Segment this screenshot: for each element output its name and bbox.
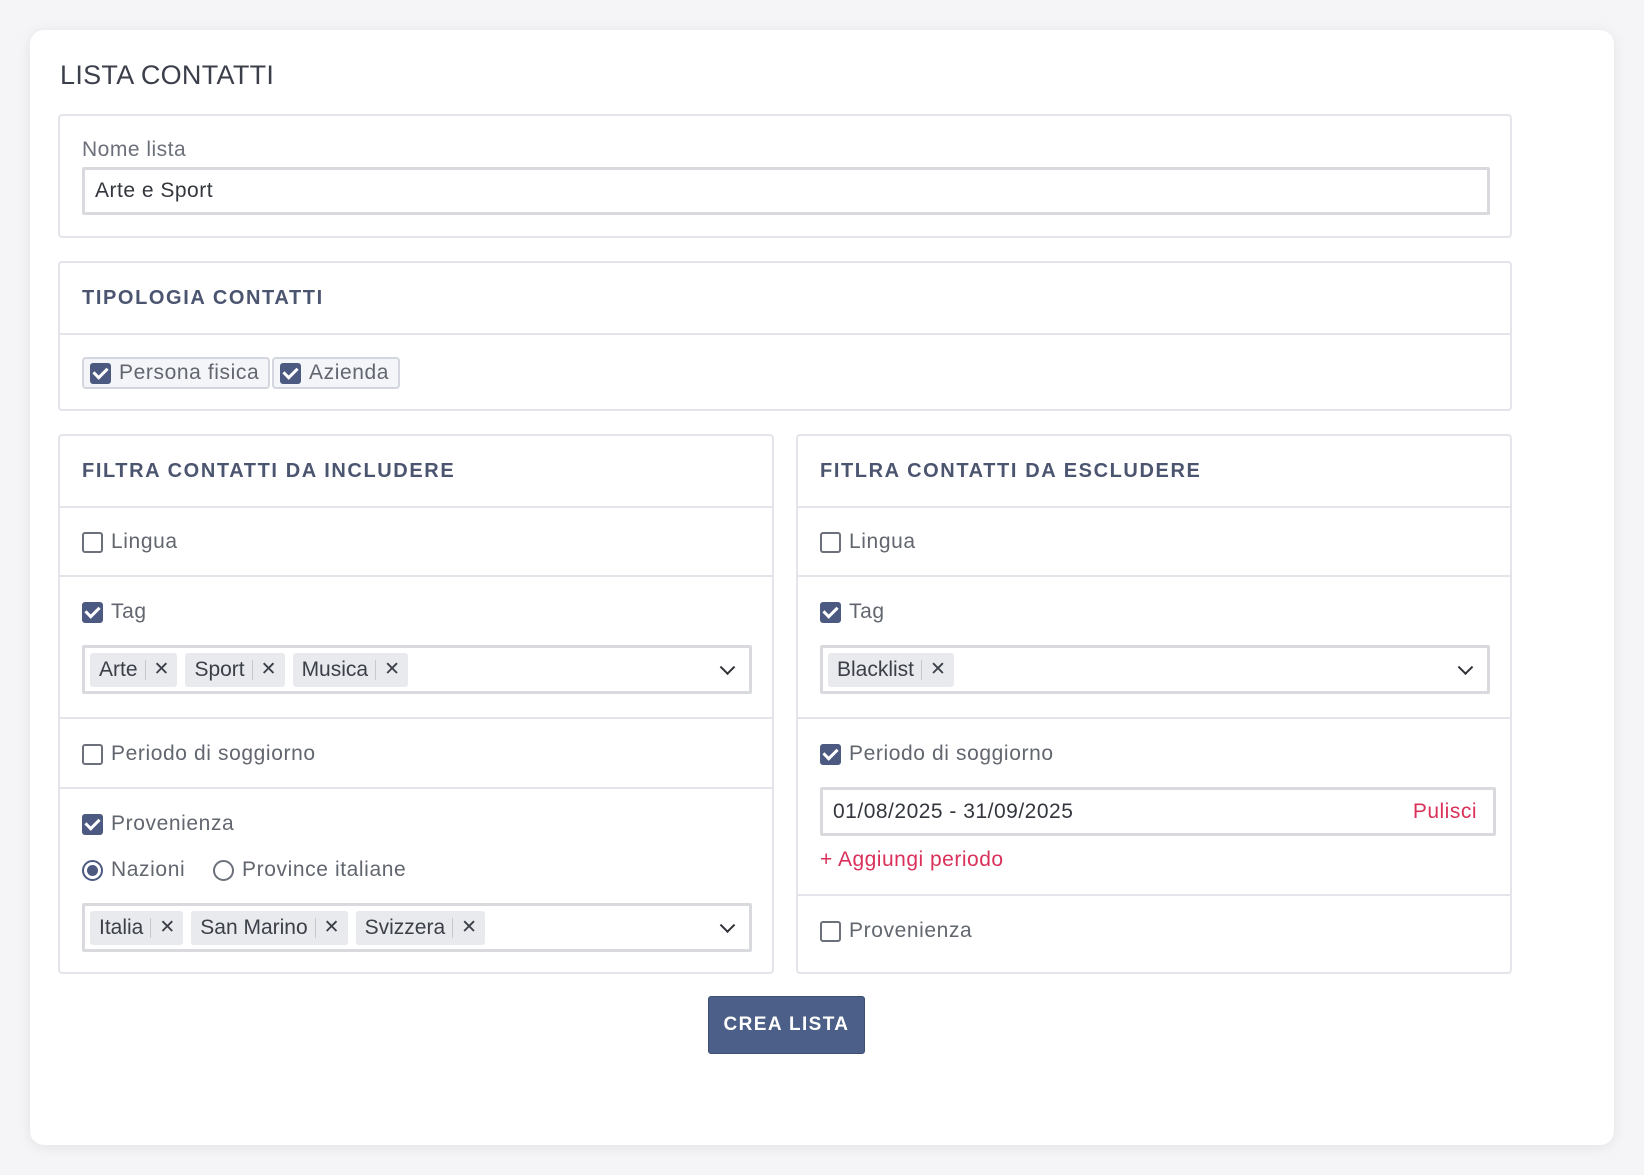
include-filters-panel: FILTRA CONTATTI DA INCLUDERE Lingua Tag … — [58, 434, 774, 974]
contact-type-heading: TIPOLOGIA CONTATTI — [60, 263, 1510, 335]
persona-fisica-checkbox[interactable] — [90, 362, 111, 384]
contact-list-card: LISTA CONTATTI Nome lista Arte e Sport T… — [30, 30, 1614, 1145]
tag-chip-blacklist: Blacklist ✕ — [828, 652, 954, 687]
exclude-lingua-checkbox[interactable] — [820, 531, 841, 553]
exclude-tag-checkbox[interactable] — [820, 601, 841, 623]
chevron-down-icon[interactable] — [719, 916, 736, 933]
include-periodo-label: Periodo di soggiorno — [111, 742, 316, 765]
exclude-provenienza-label: Provenienza — [849, 919, 973, 942]
divider — [798, 894, 1510, 896]
exclude-periodo-label: Periodo di soggiorno — [849, 742, 1054, 765]
radio-nazioni-label: Nazioni — [111, 858, 186, 881]
include-provenienza-label: Provenienza — [111, 812, 235, 835]
exclude-tag-row[interactable]: Tag — [820, 600, 885, 624]
tag-chip-san-marino: San Marino ✕ — [191, 910, 348, 945]
tag-chip-label: San Marino — [200, 915, 308, 939]
persona-fisica-option[interactable]: Persona fisica — [82, 357, 271, 389]
tag-chip-label: Arte — [99, 657, 138, 681]
tag-chip-label: Svizzera — [364, 915, 446, 939]
date-range-input[interactable]: 01/08/2025 - 31/09/2025 Pulisci — [820, 787, 1496, 836]
include-lingua-row[interactable]: Lingua — [82, 530, 178, 554]
divider — [60, 717, 772, 719]
exclude-lingua-row[interactable]: Lingua — [820, 530, 916, 554]
close-icon[interactable]: ✕ — [930, 658, 954, 681]
radio-province[interactable]: Province italiane — [213, 858, 406, 882]
tag-chip-svizzera: Svizzera ✕ — [355, 910, 486, 945]
exclude-filters-panel: FITLRA CONTATTI DA ESCLUDERE Lingua Tag … — [796, 434, 1512, 974]
tag-chip-arte: Arte ✕ — [90, 652, 178, 687]
include-tag-select[interactable]: Arte ✕ Sport ✕ Musica ✕ — [82, 645, 752, 694]
exclude-tag-select[interactable]: Blacklist ✕ — [820, 645, 1490, 694]
list-name-input[interactable]: Arte e Sport — [82, 167, 1490, 215]
tag-chip-label: Blacklist — [837, 657, 915, 681]
close-icon[interactable]: ✕ — [154, 658, 178, 681]
azienda-option[interactable]: Azienda — [272, 357, 401, 389]
close-icon[interactable]: ✕ — [384, 658, 408, 681]
radio-province-label: Province italiane — [242, 858, 407, 881]
exclude-provenienza-checkbox[interactable] — [820, 920, 841, 942]
list-name-panel: Nome lista Arte e Sport — [58, 114, 1512, 238]
close-icon[interactable]: ✕ — [261, 658, 285, 681]
list-name-label: Nome lista — [82, 138, 187, 161]
divider — [60, 787, 772, 789]
divider — [60, 575, 772, 577]
add-period-link[interactable]: + Aggiungi periodo — [820, 848, 1004, 872]
include-provenienza-checkbox[interactable] — [82, 813, 103, 835]
exclude-provenienza-row[interactable]: Provenienza — [820, 919, 972, 943]
exclude-lingua-label: Lingua — [849, 530, 916, 553]
close-icon[interactable]: ✕ — [159, 916, 183, 939]
radio-nazioni-input[interactable] — [82, 859, 103, 881]
exclude-periodo-checkbox[interactable] — [820, 743, 841, 765]
exclude-heading: FITLRA CONTATTI DA ESCLUDERE — [798, 436, 1510, 508]
azienda-checkbox[interactable] — [280, 362, 301, 384]
clear-date-button[interactable]: Pulisci — [1413, 800, 1477, 824]
page-title: LISTA CONTATTI — [60, 60, 275, 90]
tag-chip-sport: Sport ✕ — [185, 652, 285, 687]
close-icon[interactable]: ✕ — [461, 916, 485, 939]
exclude-periodo-row[interactable]: Periodo di soggiorno — [820, 742, 1054, 766]
persona-fisica-label: Persona fisica — [119, 361, 260, 384]
include-tag-label: Tag — [111, 600, 147, 623]
tag-chip-label: Italia — [99, 915, 144, 939]
divider — [798, 575, 1510, 577]
tag-chip-label: Musica — [301, 657, 369, 681]
include-heading: FILTRA CONTATTI DA INCLUDERE — [60, 436, 772, 508]
radio-province-input[interactable] — [213, 859, 234, 881]
azienda-label: Azienda — [309, 361, 390, 384]
chevron-down-icon[interactable] — [719, 658, 736, 675]
include-provenienza-select[interactable]: Italia ✕ San Marino ✕ Svizzera ✕ — [82, 903, 752, 952]
include-periodo-row[interactable]: Periodo di soggiorno — [82, 742, 316, 766]
tag-chip-italia: Italia ✕ — [90, 910, 184, 945]
tag-chip-label: Sport — [194, 657, 245, 681]
create-list-button[interactable]: CREA LISTA — [708, 996, 865, 1054]
divider — [798, 717, 1510, 719]
close-icon[interactable]: ✕ — [324, 916, 348, 939]
include-periodo-checkbox[interactable] — [82, 743, 103, 765]
contact-type-panel: TIPOLOGIA CONTATTI Persona fisica Aziend… — [58, 261, 1512, 411]
chevron-down-icon[interactable] — [1457, 658, 1474, 675]
radio-nazioni[interactable]: Nazioni — [82, 858, 185, 882]
include-tag-row[interactable]: Tag — [82, 600, 147, 624]
date-range-value: 01/08/2025 - 31/09/2025 — [833, 799, 1074, 823]
include-tag-checkbox[interactable] — [82, 601, 103, 623]
exclude-tag-label: Tag — [849, 600, 885, 623]
include-lingua-label: Lingua — [111, 530, 178, 553]
include-lingua-checkbox[interactable] — [82, 531, 103, 553]
tag-chip-musica: Musica ✕ — [292, 652, 409, 687]
include-provenienza-row[interactable]: Provenienza — [82, 812, 234, 836]
